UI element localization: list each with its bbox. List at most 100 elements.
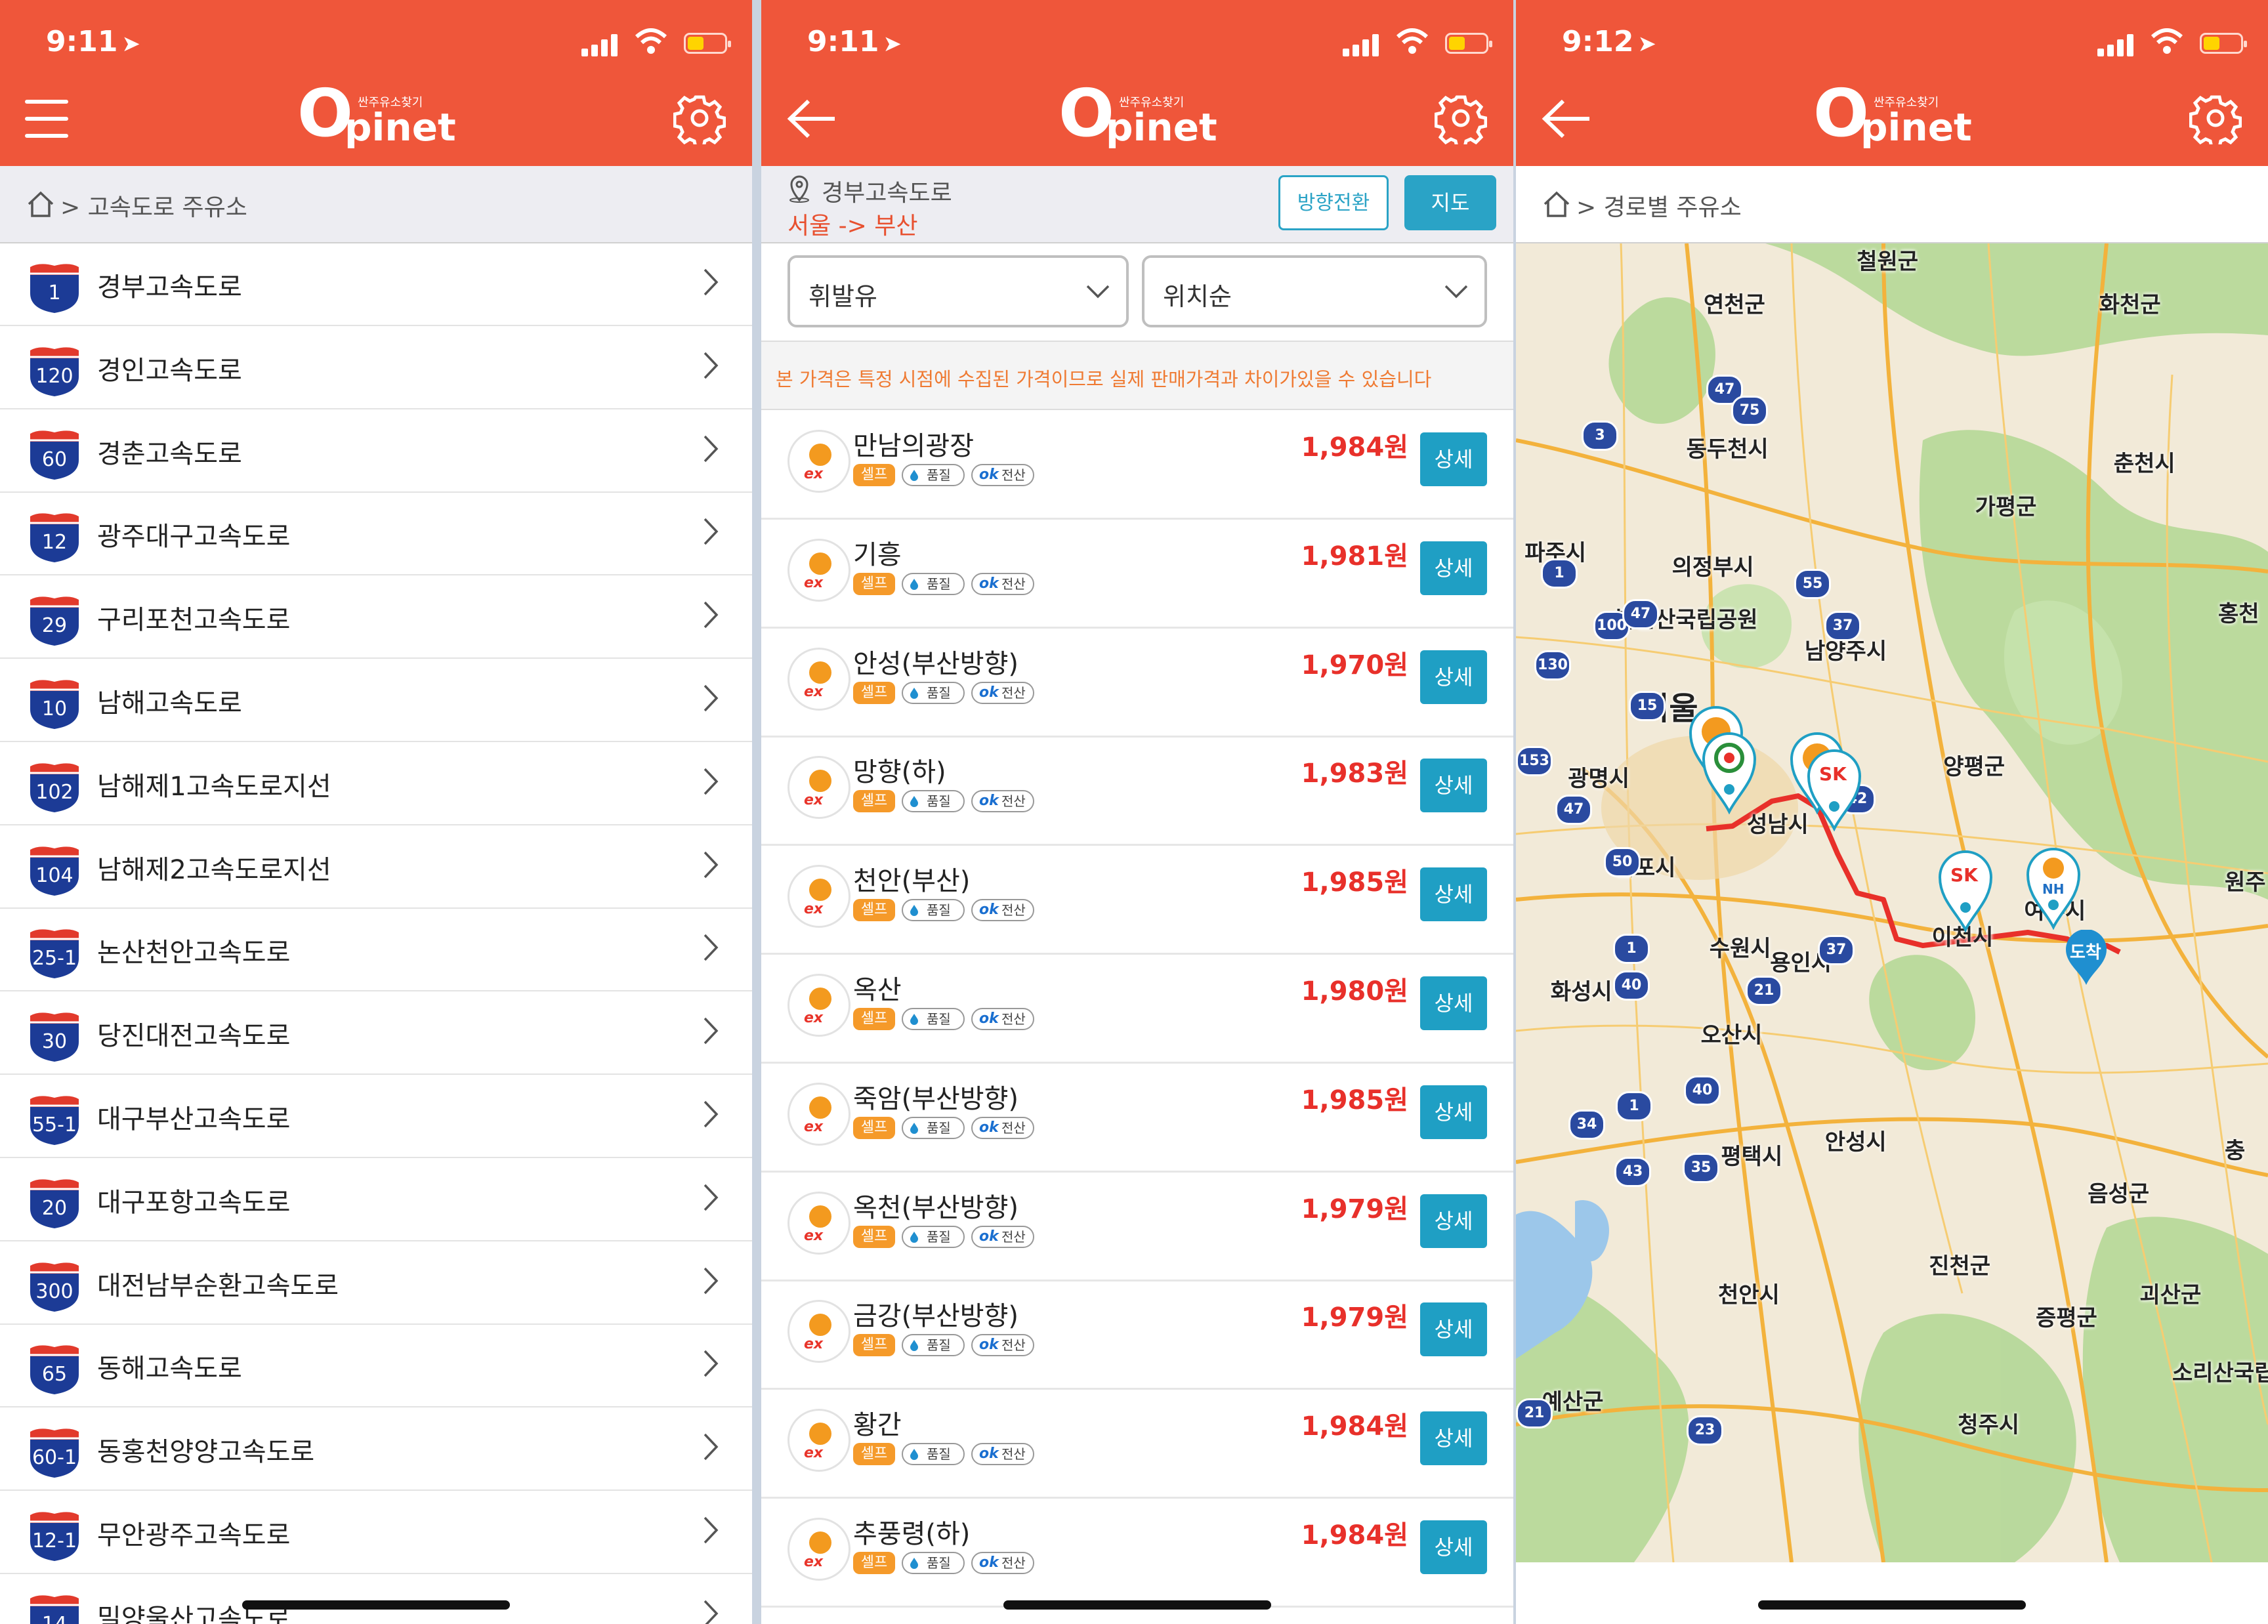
road-number-shield: 1 bbox=[1541, 558, 1578, 589]
home-icon[interactable] bbox=[1542, 190, 1571, 219]
ex-oil-brand-icon: ex bbox=[788, 1409, 850, 1472]
station-list-item[interactable]: ex 금강(부산방향) 셀프 품질 ok 전산 1,979원 상세 bbox=[761, 1281, 1513, 1390]
detail-button[interactable]: 상세 bbox=[1420, 759, 1487, 813]
station-list-screen: 9:11 ➤ O 싼주유소찾기 pinet 경부고속도로 서울 -> 부산 방향전환 … bbox=[761, 0, 1513, 1624]
ex-oil-brand-icon: ex bbox=[788, 430, 850, 493]
highway-list-item[interactable]: 55-1 대구부산고속도로 bbox=[0, 1075, 752, 1158]
filter-area: 휘발유 위치순 bbox=[761, 243, 1513, 341]
settings-gear-icon[interactable] bbox=[1435, 92, 1487, 144]
location-pin-icon bbox=[789, 175, 809, 203]
route-map[interactable]: 철원군 연천군 화천군 동두천시 춘천시 가평군 파주시 의정부시 북한산국립공원 홍천 서울 남양주… bbox=[1516, 243, 2268, 1562]
home-indicator[interactable] bbox=[1758, 1600, 2026, 1610]
home-indicator[interactable] bbox=[1003, 1600, 1271, 1610]
highway-list-item[interactable]: 1 경부고속도로 bbox=[0, 243, 752, 326]
map-place-label: 동두천시 bbox=[1686, 436, 1769, 463]
fuel-type-select[interactable]: 휘발유 bbox=[788, 255, 1129, 327]
chevron-right-icon bbox=[704, 518, 719, 545]
detail-button[interactable]: 상세 bbox=[1420, 976, 1487, 1030]
highway-list-item[interactable]: 12-1 무안광주고속도로 bbox=[0, 1491, 752, 1574]
highway-list-item[interactable]: 12 광주대구고속도로 bbox=[0, 493, 752, 576]
chevron-right-icon bbox=[704, 1600, 719, 1624]
route-map-screen: 9:12 ➤ O 싼주유소찾기 pinet > 경로별 주유소 철원군 연천군 … bbox=[1516, 0, 2268, 1624]
station-list-item[interactable]: ex 천안(부산) 셀프 품질 ok 전산 1,985원 상세 bbox=[761, 846, 1513, 955]
map-pin-sk[interactable]: SK bbox=[1937, 847, 1994, 932]
highway-list-item[interactable]: 120 경인고속도로 bbox=[0, 327, 752, 409]
station-list-item[interactable]: ex 옥산 셀프 품질 ok 전산 1,980원 상세 bbox=[761, 955, 1513, 1064]
station-list-item[interactable]: ex 옥천(부산방향) 셀프 품질 ok 전산 1,979원 상세 bbox=[761, 1173, 1513, 1281]
highway-list-item[interactable]: 60-1 동홍천양양고속도로 bbox=[0, 1408, 752, 1491]
highway-number: 30 bbox=[41, 1030, 68, 1054]
highway-number: 1 bbox=[48, 281, 61, 304]
road-number-shield: 153 bbox=[1516, 746, 1553, 776]
switch-direction-button[interactable]: 방향전환 bbox=[1278, 175, 1389, 230]
highway-shield-icon: 25-1 bbox=[26, 926, 83, 980]
detail-button[interactable]: 상세 bbox=[1420, 432, 1487, 486]
road-number-shield: 34 bbox=[1568, 1110, 1605, 1140]
ex-logo-icon: ok bbox=[979, 1228, 999, 1245]
cellular-signal-icon bbox=[1343, 33, 1382, 56]
detail-button[interactable]: 상세 bbox=[1420, 1302, 1487, 1357]
route-name: 경부고속도로 bbox=[822, 180, 952, 207]
station-list-item[interactable]: ex 만남의광장 셀프 품질 ok 전산 1,984원 상세 bbox=[761, 411, 1513, 520]
pin-brand-label: SK bbox=[1950, 864, 1978, 886]
detail-button[interactable]: 상세 bbox=[1420, 1085, 1487, 1139]
back-arrow-button[interactable] bbox=[1541, 97, 1592, 140]
map-place-label: 안성시 bbox=[1824, 1129, 1887, 1156]
arrival-pin[interactable]: 도착 bbox=[2065, 930, 2108, 986]
sort-order-select[interactable]: 위치순 bbox=[1142, 255, 1487, 327]
highway-shield-icon: 65 bbox=[26, 1342, 83, 1396]
chevron-right-icon bbox=[704, 1516, 719, 1544]
map-pin-sk[interactable]: SK bbox=[1806, 746, 1862, 831]
highway-list-item[interactable]: 29 구리포천고속도로 bbox=[0, 576, 752, 659]
water-drop-icon bbox=[910, 1014, 918, 1025]
settings-gear-icon[interactable] bbox=[673, 92, 726, 144]
hamburger-menu-button[interactable] bbox=[25, 100, 68, 138]
home-indicator[interactable] bbox=[242, 1600, 510, 1610]
back-arrow-button[interactable] bbox=[786, 97, 837, 140]
water-drop-icon bbox=[910, 1558, 918, 1569]
pin-shape bbox=[1807, 749, 1862, 831]
self-service-badge: 셀프 bbox=[853, 1552, 895, 1574]
highway-list-item[interactable]: 14밀양울산고속도로 bbox=[0, 1575, 752, 1624]
highway-list-item[interactable]: 65 동해고속도로 bbox=[0, 1325, 752, 1408]
station-list-item[interactable]: ex 망향(하) 셀프 품질 ok 전산 1,983원 상세 bbox=[761, 738, 1513, 846]
map-place-label: 철원군 bbox=[1857, 249, 1919, 275]
chevron-right-icon bbox=[704, 1267, 719, 1294]
ex-network-badge: ok 전산 bbox=[971, 1008, 1034, 1030]
highway-list-item[interactable]: 30 당진대전고속도로 bbox=[0, 992, 752, 1075]
highway-shield-icon: 120 bbox=[26, 344, 83, 398]
settings-gear-icon[interactable] bbox=[2189, 92, 2242, 144]
ex-logo-icon: ok bbox=[979, 1010, 999, 1027]
quality-badge: 품질 bbox=[902, 790, 965, 813]
station-list-item[interactable]: ex 죽암(부산방향) 셀프 품질 ok 전산 1,985원 상세 bbox=[761, 1064, 1513, 1173]
road-number-shield: 47 bbox=[1555, 795, 1592, 825]
map-pin-nh[interactable]: NH bbox=[2025, 844, 2082, 930]
detail-button[interactable]: 상세 bbox=[1420, 1194, 1487, 1248]
map-button[interactable]: 지도 bbox=[1404, 175, 1496, 230]
detail-button[interactable]: 상세 bbox=[1420, 867, 1487, 922]
station-list-item[interactable]: ex 안성(부산방향) 셀프 품질 ok 전산 1,970원 상세 bbox=[761, 629, 1513, 738]
highway-shield-icon: 102 bbox=[26, 760, 83, 814]
station-list-item[interactable]: ex 황간 셀프 품질 ok 전산 1,984원 상세 bbox=[761, 1390, 1513, 1499]
highway-list-item[interactable]: 10 남해고속도로 bbox=[0, 659, 752, 742]
detail-button[interactable]: 상세 bbox=[1420, 1520, 1487, 1574]
home-icon[interactable] bbox=[26, 190, 55, 219]
detail-button[interactable]: 상세 bbox=[1420, 650, 1487, 704]
highway-list-item[interactable]: 102 남해제1고속도로지선 bbox=[0, 743, 752, 825]
highway-list-item[interactable]: 104 남해제2고속도로지선 bbox=[0, 826, 752, 909]
station-list-item[interactable]: ex 기흥 셀프 품질 ok 전산 1,981원 상세 bbox=[761, 520, 1513, 629]
station-name: 만남의광장 bbox=[853, 431, 974, 461]
detail-button[interactable]: 상세 bbox=[1420, 541, 1487, 595]
highway-number: 102 bbox=[35, 780, 74, 804]
map-pin-station[interactable] bbox=[1701, 729, 1757, 814]
quality-badge: 품질 bbox=[902, 1008, 965, 1030]
highway-list-item[interactable]: 25-1 논산천안고속도로 bbox=[0, 909, 752, 992]
highway-number: 29 bbox=[41, 614, 68, 638]
detail-button[interactable]: 상세 bbox=[1420, 1411, 1487, 1466]
app-header: 9:11 ➤ O 싼주유소찾기 pinet bbox=[0, 0, 752, 166]
station-list-item[interactable]: ex 추풍령(하) 셀프 품질 ok 전산 1,984원 상세 bbox=[761, 1499, 1513, 1608]
highway-list-item[interactable]: 300 대전남부순환고속도로 bbox=[0, 1242, 752, 1325]
self-service-badge: 셀프 bbox=[853, 899, 895, 922]
highway-list-item[interactable]: 60 경춘고속도로 bbox=[0, 410, 752, 493]
highway-list-item[interactable]: 20 대구포항고속도로 bbox=[0, 1159, 752, 1241]
